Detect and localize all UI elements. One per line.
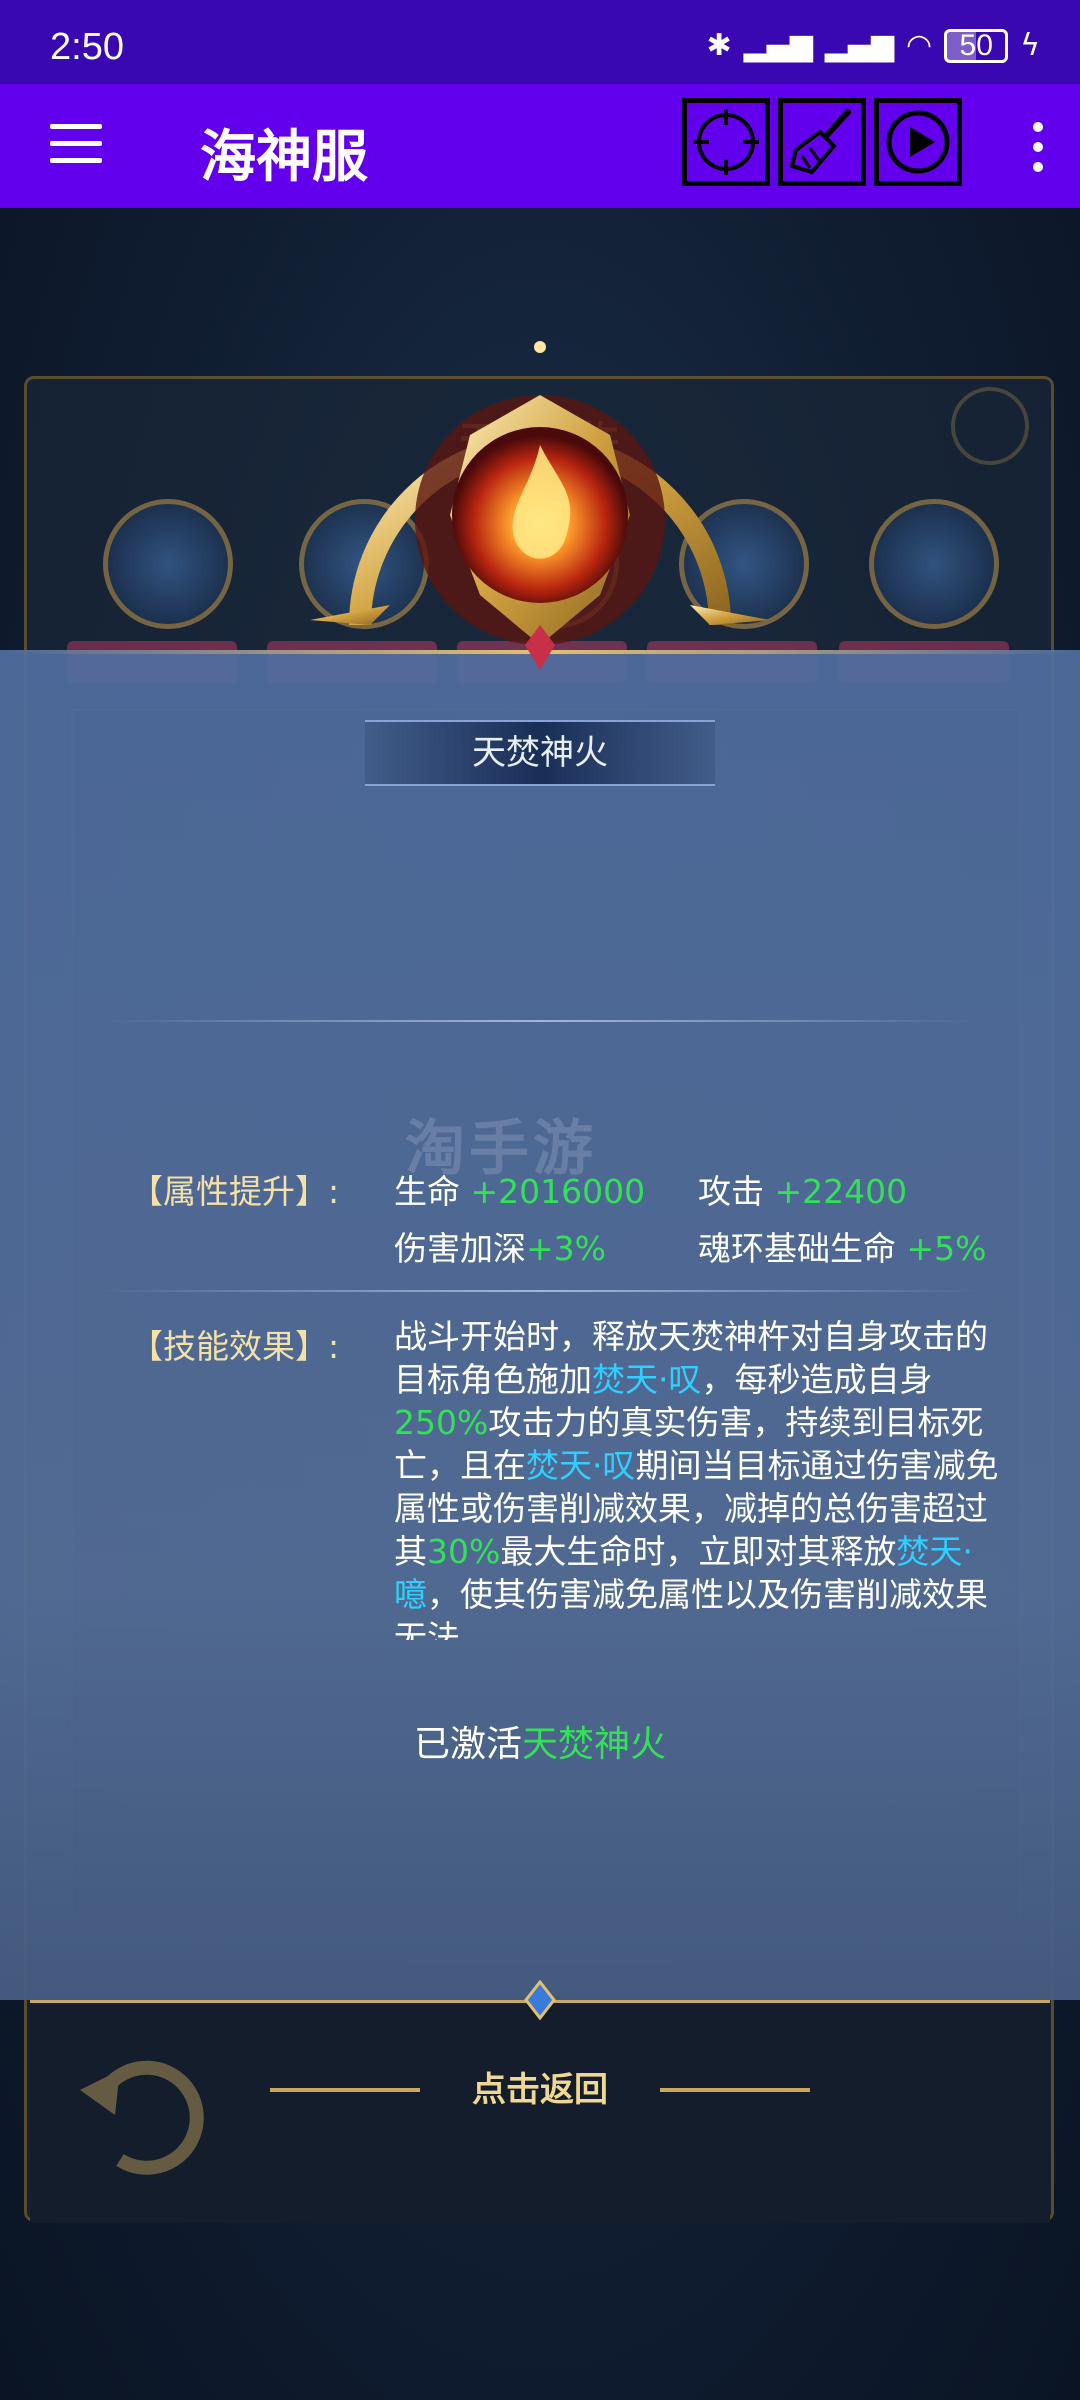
activated-status: 已激活天焚神火 <box>0 1715 1080 1767</box>
damage-label: 伤害加深 <box>394 1229 526 1268</box>
return-button[interactable]: 点击返回 <box>420 2060 660 2120</box>
hp-value: +2016000 <box>470 1172 646 1211</box>
avatar <box>869 499 999 629</box>
menu-icon[interactable] <box>50 124 102 168</box>
battery-icon: 50 <box>944 28 1009 63</box>
play-icon <box>886 110 950 174</box>
charging-icon: ϟ <box>1020 28 1040 63</box>
app-title: 海神服 <box>200 125 368 190</box>
skill-number: 250% <box>394 1403 489 1442</box>
activated-prefix: 已激活 <box>413 1724 522 1765</box>
background-close-icon <box>951 387 1029 465</box>
ring-hp-row: 魂环基础生命 +5% <box>698 1222 987 1270</box>
hp-row: 生命 +2016000 <box>394 1165 645 1213</box>
broom-icon <box>789 109 851 175</box>
back-arrow-icon <box>80 2060 204 2175</box>
skill-text: 最大生命时，立即对其释放 <box>500 1532 897 1571</box>
attack-row: 攻击 +22400 <box>698 1165 907 1213</box>
more-options-icon[interactable] <box>1028 122 1048 172</box>
damage-value: +3% <box>526 1229 607 1268</box>
status-bar: 2:50 ✱ ▂▄▆ ▂▄▆ ◠ 50 ϟ <box>0 0 1080 84</box>
item-name-plate: 天焚神火 <box>365 720 715 786</box>
wifi-icon: ◠ <box>906 28 933 63</box>
app-bar: 海神服 <box>0 84 1080 208</box>
skill-keyword: 焚天·叹 <box>592 1360 702 1399</box>
status-time: 2:50 <box>50 26 124 68</box>
divider <box>100 1290 980 1292</box>
decor-line-left <box>270 2088 420 2092</box>
skill-description[interactable]: 战斗开始时，释放天焚神杵对自身攻击的目标角色施加焚天·叹，每秒造成自身250%攻… <box>394 1315 1014 1640</box>
diamond-gem-icon <box>524 1980 556 2020</box>
play-button[interactable] <box>874 98 962 186</box>
signal-icon: ▂▄▆ <box>743 28 813 63</box>
crosshair-button[interactable] <box>682 98 770 186</box>
decor-line-right <box>660 2088 810 2092</box>
skill-text: ，使其伤害减免属性以及伤害削减效果无法 <box>394 1575 988 1640</box>
hp-label: 生命 <box>394 1172 460 1211</box>
skill-keyword: 焚天·叹 <box>526 1446 636 1485</box>
skill-number: 30% <box>427 1532 501 1571</box>
attack-label: 攻击 <box>698 1172 764 1211</box>
bluetooth-icon: ✱ <box>706 28 732 63</box>
signal-2-icon: ▂▄▆ <box>824 28 895 63</box>
broom-button[interactable] <box>778 98 866 186</box>
ring-hp-label: 魂环基础生命 <box>698 1229 896 1268</box>
status-icons: ✱ ▂▄▆ ▂▄▆ ◠ 50 ϟ <box>706 28 1040 63</box>
skill-label: 【技能效果】: <box>130 1327 340 1366</box>
flame-emblem-icon <box>310 341 770 670</box>
battery-level: 50 <box>959 28 993 62</box>
attribute-label: 【属性提升】: <box>130 1172 340 1211</box>
activated-name: 天焚神火 <box>522 1724 667 1765</box>
attack-value: +22400 <box>774 1172 908 1211</box>
crosshair-icon <box>693 109 759 175</box>
ring-hp-value: +5% <box>906 1229 987 1268</box>
divider <box>100 1020 980 1022</box>
damage-row: 伤害加深+3% <box>394 1222 606 1270</box>
avatar <box>103 499 233 629</box>
skill-text: ，每秒造成自身 <box>701 1360 933 1399</box>
